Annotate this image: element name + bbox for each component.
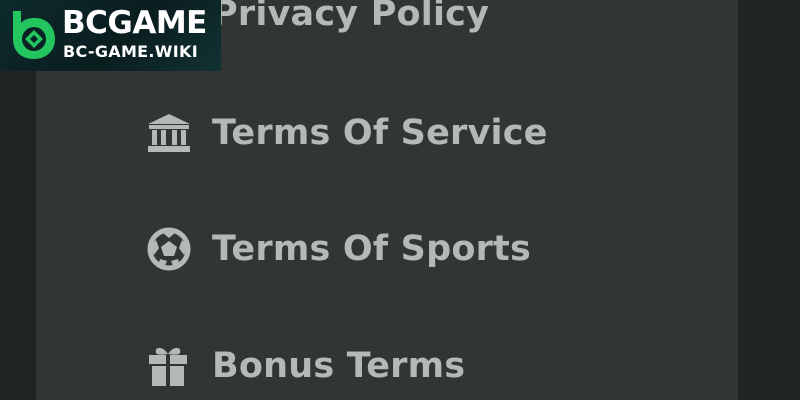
menu-item-bonus-terms[interactable]: Bonus Terms (146, 336, 465, 396)
gift-icon (146, 342, 194, 390)
watermark-site: BC-GAME.WIKI (63, 42, 198, 61)
menu-item-label: Terms Of Service (212, 113, 548, 153)
bank-icon (146, 109, 194, 157)
soccer-ball-icon (146, 225, 194, 273)
menu-item-label: Terms Of Sports (212, 229, 532, 269)
menu-item-terms-of-service[interactable]: Terms Of Service (146, 103, 548, 163)
menu-item-terms-of-sports[interactable]: Terms Of Sports (146, 219, 531, 279)
menu-item-label: Privacy Policy (212, 0, 490, 34)
watermark-logo: BCGAME BC-GAME.WIKI (0, 0, 221, 71)
watermark-brand: BCGAME (62, 5, 207, 41)
bcgame-logo-icon (9, 9, 57, 65)
menu-item-label: Bonus Terms (212, 346, 466, 386)
